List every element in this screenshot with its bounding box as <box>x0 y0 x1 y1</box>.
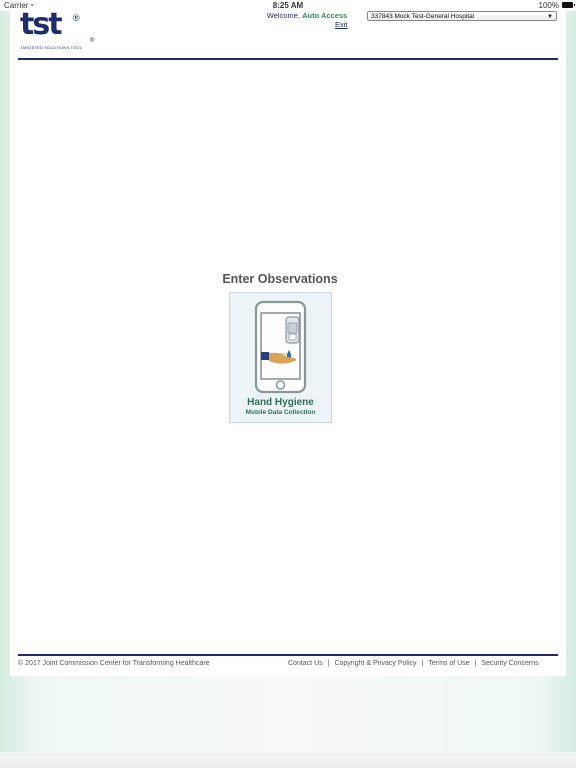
link-separator: | <box>474 660 477 667</box>
dropdown-arrow-icon: ▼ <box>547 14 553 20</box>
copyright-text: © 2017 Joint Commission Center for Trans… <box>18 660 210 667</box>
hand-hygiene-illustration-icon <box>254 300 307 394</box>
hand-hygiene-card[interactable]: Hand Hygiene Mobile Data Collection <box>229 292 332 423</box>
link-separator: | <box>421 660 424 667</box>
logo-wordmark: tst <box>20 7 63 42</box>
footer-divider <box>18 654 558 656</box>
card-subtitle: Mobile Data Collection <box>245 409 316 416</box>
logo-tagline: TARGETED SOLUTIONS TOOL <box>20 45 83 50</box>
section-title: Enter Observations <box>222 272 338 286</box>
welcome-text: Welcome, Auto Access <box>265 11 349 20</box>
exit-link[interactable]: Exit <box>335 20 348 29</box>
footer-links: Contact Us | Copyright & Privacy Policy | Te… <box>288 660 539 667</box>
logo-text: tst <box>20 7 63 42</box>
security-concerns-link[interactable]: Security Concerns <box>481 660 538 667</box>
contact-us-link[interactable]: Contact Us <box>288 660 323 667</box>
registered-icon: ® <box>90 38 95 44</box>
copyright-privacy-link[interactable]: Copyright & Privacy Policy <box>334 660 416 667</box>
status-bar: Carrier ◔ 8:25 AM 100% <box>0 0 576 11</box>
battery-icon <box>562 2 575 8</box>
link-separator: | <box>327 660 330 667</box>
welcome-prefix: Welcome, <box>266 11 300 20</box>
header: tst ® ® TARGETED SOLUTIONS TOOL Welcome,… <box>10 7 566 61</box>
registered-icon: ® <box>73 13 80 23</box>
organization-select[interactable]: 337843 Mock Test-General Hospital ▼ <box>367 11 557 21</box>
organization-select-value: 337843 Mock Test-General Hospital <box>371 13 475 20</box>
battery-percent: 100% <box>538 1 559 10</box>
header-divider <box>18 58 558 60</box>
card-title: Hand Hygiene <box>247 397 314 408</box>
clock: 8:25 AM <box>272 1 304 10</box>
tst-logo[interactable]: tst ® ® TARGETED SOLUTIONS TOOL <box>20 7 94 53</box>
user-name: Auto Access <box>302 11 348 20</box>
background-band <box>0 752 576 768</box>
page: tst ® ® TARGETED SOLUTIONS TOOL Welcome,… <box>10 7 566 676</box>
terms-of-use-link[interactable]: Terms of Use <box>428 660 469 667</box>
